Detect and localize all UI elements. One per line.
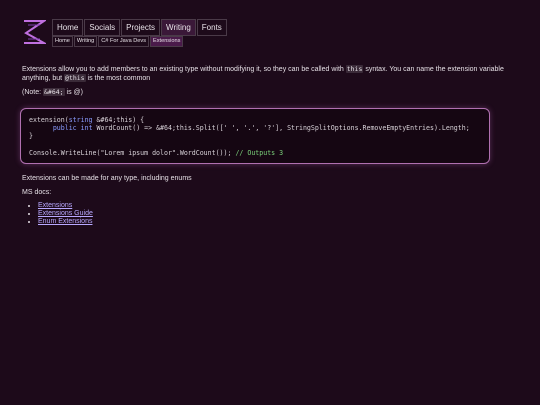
inline-code-entity: &#64;	[43, 88, 65, 96]
intro-text-3: is the most common	[85, 75, 151, 82]
nav-writing[interactable]: Writing	[161, 19, 196, 36]
types-paragraph: Extensions can be made for any type, inc…	[22, 175, 192, 182]
note-paragraph: (Note: &#64; is @)	[22, 88, 518, 97]
inline-code-at-this: @this	[64, 74, 86, 82]
intro-text-1: Extensions allow you to add members to a…	[22, 66, 346, 73]
inline-code-this: this	[345, 65, 364, 73]
link-extensions-guide[interactable]: Extensions Guide	[38, 210, 93, 217]
docs-link-list: Extensions Extensions Guide Enum Extensi…	[22, 202, 93, 226]
link-extensions[interactable]: Extensions	[38, 202, 72, 209]
breadcrumb: Home Writing C# For Java Devs Extensions	[52, 36, 184, 47]
list-item: Extensions Guide	[38, 210, 93, 218]
code-block: extension(string &#64;this) { public int…	[20, 108, 490, 164]
code-content: extension(string &#64;this) { public int…	[29, 116, 470, 157]
note-text-2: is @)	[64, 89, 83, 96]
code-line-3: }	[29, 132, 33, 141]
link-enum-extensions[interactable]: Enum Extensions	[38, 218, 92, 225]
intro-paragraph: Extensions allow you to add members to a…	[22, 65, 518, 83]
nav-projects[interactable]: Projects	[121, 19, 161, 36]
breadcrumb-home[interactable]: Home	[52, 36, 73, 47]
nav-fonts[interactable]: Fonts	[196, 19, 227, 36]
ms-docs-label: MS docs:	[22, 189, 52, 196]
breadcrumb-extensions[interactable]: Extensions	[150, 36, 184, 47]
code-line-5: Console.WriteLine("Lorem ipsum dolor".Wo…	[29, 148, 284, 157]
note-text-1: (Note:	[22, 89, 44, 96]
site-logo-icon[interactable]	[22, 19, 46, 45]
list-item: Extensions	[38, 202, 93, 210]
main-nav: Home Socials Projects Writing Fonts	[52, 19, 227, 36]
code-line-2: public int WordCount() => &#64;this.Spli…	[52, 124, 470, 133]
code-line-1-text: extension(string &#64;this) {	[29, 116, 145, 124]
nav-home[interactable]: Home	[52, 19, 84, 36]
code-line-1: extension(string &#64;this) {	[29, 116, 144, 124]
breadcrumb-csharp-for-java-devs[interactable]: C# For Java Devs	[98, 36, 149, 47]
breadcrumb-writing[interactable]: Writing	[73, 36, 98, 47]
nav-socials[interactable]: Socials	[84, 19, 121, 36]
list-item: Enum Extensions	[38, 218, 93, 226]
